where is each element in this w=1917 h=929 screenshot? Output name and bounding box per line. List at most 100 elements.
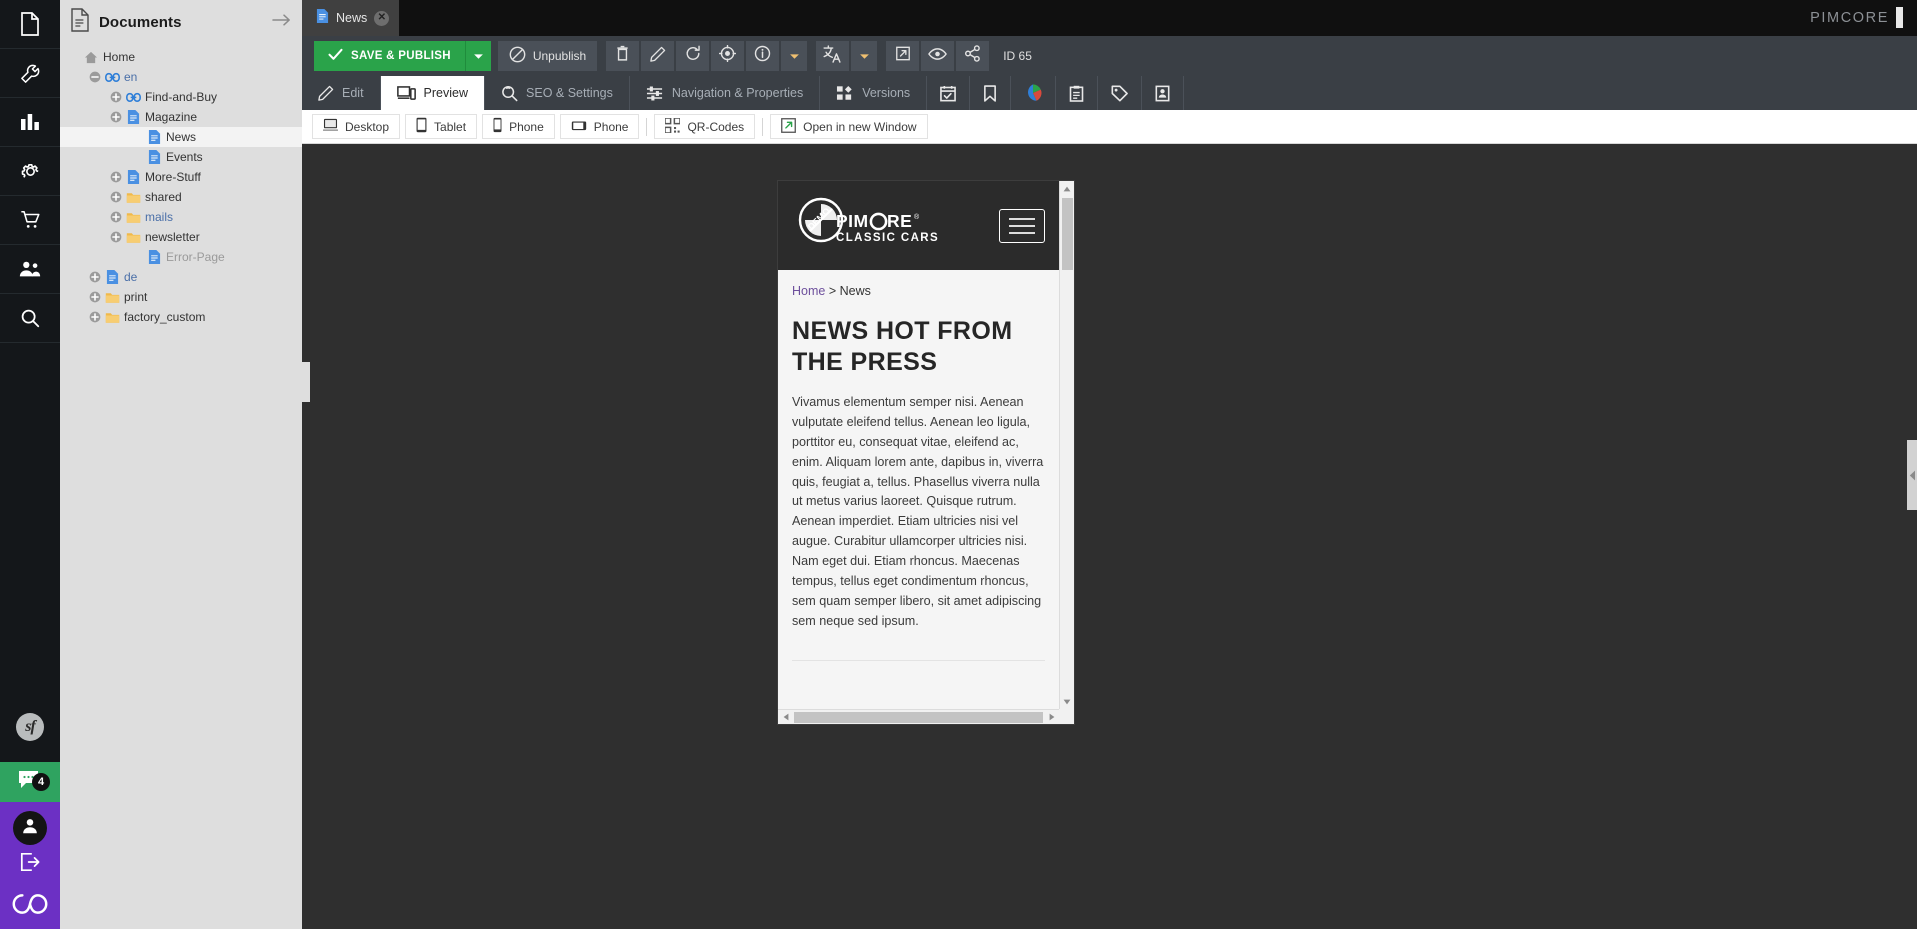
tree-node-label: Find-and-Buy bbox=[145, 90, 218, 104]
hamburger-menu-icon[interactable] bbox=[999, 208, 1045, 243]
avatar[interactable] bbox=[13, 811, 47, 845]
scroll-down-arrow-icon[interactable] bbox=[1060, 694, 1075, 709]
expand-icon[interactable] bbox=[108, 209, 124, 225]
tab-navigation-properties[interactable]: Navigation & Properties bbox=[630, 76, 821, 110]
delete-button[interactable] bbox=[606, 41, 640, 71]
sidebar-item-settings[interactable] bbox=[0, 147, 60, 196]
sidebar-item-search[interactable] bbox=[0, 294, 60, 343]
tree-node-home[interactable]: Home bbox=[60, 47, 302, 67]
tab-versions[interactable]: Versions bbox=[820, 76, 928, 110]
sidebar-item-customers[interactable] bbox=[0, 245, 60, 294]
tree-node-magazine[interactable]: Magazine bbox=[60, 107, 302, 127]
translate-dropdown-button[interactable] bbox=[851, 41, 878, 71]
save-publish-dropdown[interactable] bbox=[464, 41, 491, 71]
tree-node-mails[interactable]: mails bbox=[60, 207, 302, 227]
tab-bookmark[interactable] bbox=[970, 76, 1012, 110]
page-icon bbox=[145, 129, 163, 145]
tree-node-print[interactable]: print bbox=[60, 287, 302, 307]
tree-node-newsletter[interactable]: newsletter bbox=[60, 227, 302, 247]
device-button-desktop[interactable]: Desktop bbox=[312, 114, 401, 139]
tree-node-events[interactable]: Events bbox=[60, 147, 302, 167]
sidebar-item-documents[interactable] bbox=[0, 0, 60, 49]
scrollbar-corner bbox=[1059, 709, 1074, 724]
tab-seo-settings[interactable]: SEO & Settings bbox=[485, 76, 630, 110]
expand-icon[interactable] bbox=[108, 169, 124, 185]
right-collapse-handle[interactable] bbox=[1907, 440, 1917, 510]
sidebar-item-ecommerce[interactable] bbox=[0, 196, 60, 245]
sidebar-item-reports[interactable] bbox=[0, 98, 60, 147]
chat-button[interactable]: 4 bbox=[0, 762, 60, 802]
info-button[interactable] bbox=[746, 41, 780, 71]
expand-icon[interactable] bbox=[108, 189, 124, 205]
sidebar-item-assets[interactable] bbox=[0, 49, 60, 98]
expand-icon[interactable] bbox=[87, 289, 103, 305]
tree-node-de[interactable]: de bbox=[60, 267, 302, 287]
scroll-up-arrow-icon[interactable] bbox=[1060, 181, 1075, 196]
locate-button[interactable] bbox=[711, 41, 745, 71]
tree-node-error-page[interactable]: Error-Page bbox=[60, 247, 302, 267]
device-button-label: Phone bbox=[509, 119, 544, 134]
tree-expander-placeholder bbox=[129, 129, 145, 145]
tree-node-label: en bbox=[124, 70, 138, 84]
document-tab-news[interactable]: News ✕ bbox=[302, 0, 400, 36]
vertical-scroll-thumb[interactable] bbox=[1061, 198, 1073, 270]
gear-icon bbox=[19, 160, 42, 183]
qr-codes-button[interactable]: QR-Codes bbox=[654, 114, 756, 139]
device-button-phone-landscape[interactable]: Phone bbox=[559, 114, 640, 139]
reload-button[interactable] bbox=[676, 41, 710, 71]
breadcrumb-home-link[interactable]: Home bbox=[792, 284, 825, 298]
share-icon bbox=[964, 45, 981, 67]
logout-button[interactable] bbox=[0, 845, 60, 883]
tree-node-factory-custom[interactable]: factory_custom bbox=[60, 307, 302, 327]
preview-vertical-scrollbar[interactable] bbox=[1059, 181, 1074, 709]
folder-icon bbox=[124, 191, 142, 204]
logout-icon bbox=[19, 852, 41, 877]
tree-node-news[interactable]: News bbox=[60, 127, 302, 147]
scroll-right-arrow-icon[interactable] bbox=[1044, 710, 1059, 725]
qr-code-icon bbox=[664, 116, 682, 136]
tree-node-label: More-Stuff bbox=[145, 170, 201, 184]
horizontal-scroll-thumb[interactable] bbox=[794, 711, 1043, 723]
open-document-button[interactable] bbox=[886, 41, 920, 71]
scroll-left-arrow-icon[interactable] bbox=[778, 710, 793, 725]
device-button-phone-portrait[interactable]: Phone bbox=[482, 114, 555, 139]
preview-button[interactable] bbox=[921, 41, 955, 71]
tab-clipboard[interactable] bbox=[1056, 76, 1099, 110]
rename-button[interactable] bbox=[641, 41, 675, 71]
tree-node-more-stuff[interactable]: More-Stuff bbox=[60, 167, 302, 187]
expand-icon[interactable] bbox=[87, 269, 103, 285]
tree-node-shared[interactable]: shared bbox=[60, 187, 302, 207]
open-in-new-window-button[interactable]: Open in new Window bbox=[770, 114, 928, 139]
action-toolbar: SAVE & PUBLISH Unpublish ID 65 bbox=[302, 36, 1917, 76]
site-logo[interactable]: DEMO PIM RE ® CLASSIC CARS bbox=[792, 196, 942, 256]
tree-node-find-and-buy[interactable]: Find-and-Buy bbox=[60, 87, 302, 107]
device-button-label: Tablet bbox=[434, 119, 467, 134]
tab-id-card[interactable] bbox=[1142, 76, 1185, 110]
tree-node-label: Error-Page bbox=[166, 250, 225, 264]
tab-preview[interactable]: Preview bbox=[380, 76, 486, 110]
device-button-tablet[interactable]: Tablet bbox=[405, 114, 478, 139]
preview-horizontal-scrollbar[interactable] bbox=[778, 709, 1059, 724]
collapse-icon[interactable] bbox=[87, 69, 103, 85]
unpublish-button[interactable]: Unpublish bbox=[497, 41, 598, 71]
tab-tag[interactable] bbox=[1098, 76, 1143, 110]
infinity-logo-icon bbox=[9, 891, 51, 922]
tab-schedule-calendar[interactable] bbox=[927, 76, 971, 110]
tree-node-en[interactable]: en bbox=[60, 67, 302, 87]
expand-icon[interactable] bbox=[108, 109, 124, 125]
expand-icon[interactable] bbox=[108, 229, 124, 245]
expand-icon[interactable] bbox=[87, 309, 103, 325]
expand-icon[interactable] bbox=[108, 89, 124, 105]
translate-button[interactable] bbox=[816, 41, 850, 71]
symfony-logo-icon[interactable]: sf bbox=[0, 692, 60, 762]
external-link-green-icon bbox=[781, 117, 797, 136]
tree-node-label: de bbox=[124, 270, 138, 284]
info-dropdown-button[interactable] bbox=[781, 41, 808, 71]
close-icon[interactable]: ✕ bbox=[374, 10, 390, 26]
share-button[interactable] bbox=[956, 41, 990, 71]
tab-edit[interactable]: Edit bbox=[302, 76, 381, 110]
save-publish-button[interactable]: SAVE & PUBLISH bbox=[314, 41, 465, 71]
tree-collapse-handle[interactable] bbox=[302, 362, 310, 402]
tab-pie-chart[interactable] bbox=[1011, 76, 1057, 110]
arrow-right-icon[interactable] bbox=[272, 13, 292, 32]
